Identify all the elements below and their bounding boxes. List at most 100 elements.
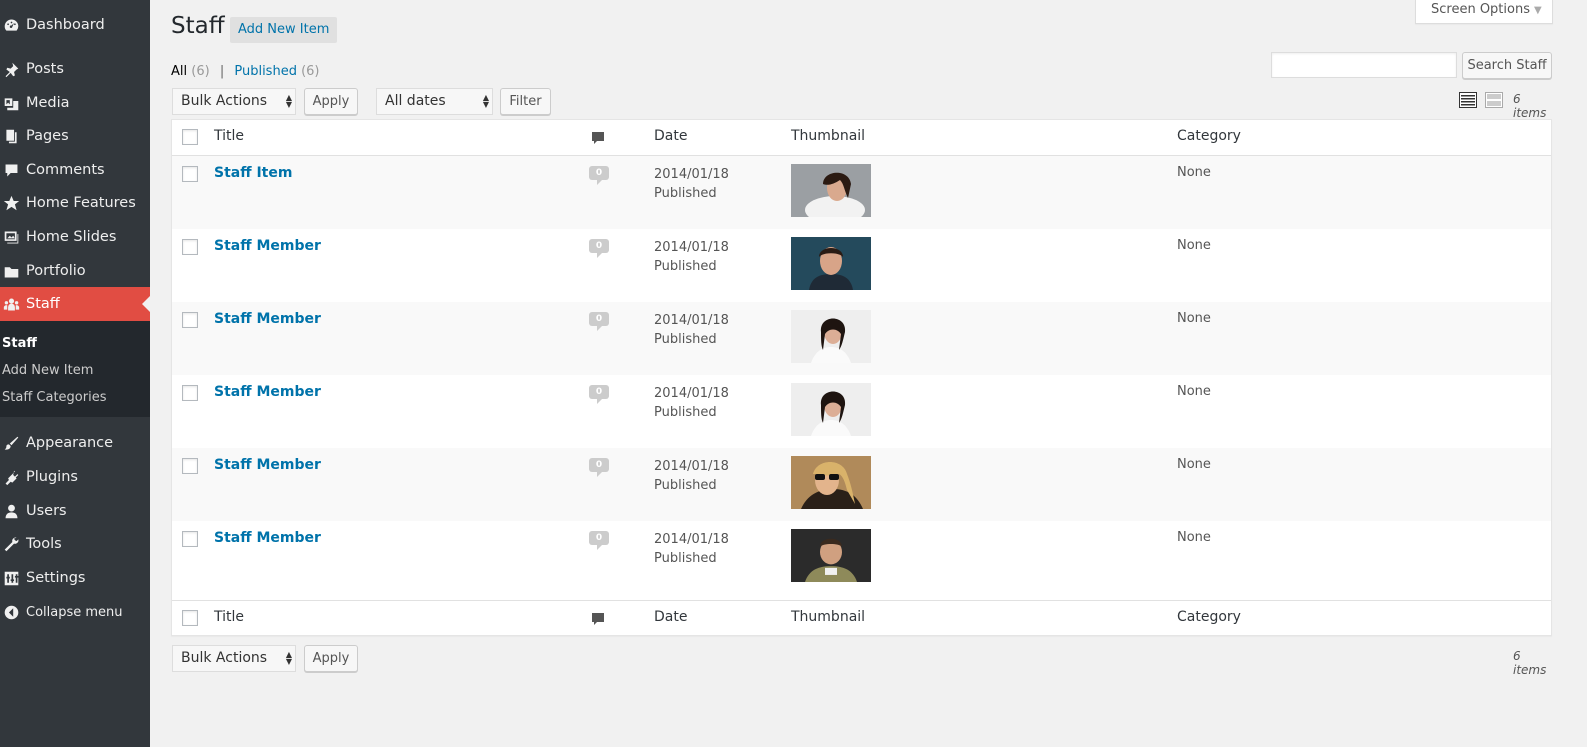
sidebar-item-media[interactable]: Media bbox=[0, 86, 150, 120]
column-title-header[interactable]: Title bbox=[214, 128, 244, 144]
select-all-checkbox-footer[interactable] bbox=[182, 610, 198, 626]
man-portrait-thumbnail bbox=[791, 237, 871, 290]
search-staff-button[interactable]: Search Staff bbox=[1462, 52, 1552, 79]
filter-published-link[interactable]: Published bbox=[234, 64, 297, 79]
row-title-link[interactable]: Staff Item bbox=[214, 165, 292, 181]
sidebar-item-appearance[interactable]: Appearance bbox=[0, 426, 150, 460]
row-checkbox[interactable] bbox=[182, 239, 198, 255]
sidebar-item-home-slides[interactable]: Home Slides bbox=[0, 220, 150, 254]
table-row: Staff Member 0 2014/01/18 Published None bbox=[172, 302, 1551, 375]
slides-icon bbox=[0, 229, 22, 246]
sidebar-item-label: Home Slides bbox=[26, 229, 117, 245]
row-title-link[interactable]: Staff Member bbox=[214, 457, 321, 473]
apply-button-bottom[interactable]: Apply bbox=[304, 645, 358, 672]
row-date: 2014/01/18 Published bbox=[654, 530, 729, 568]
row-category: None bbox=[1177, 530, 1211, 545]
list-view-icon[interactable] bbox=[1459, 92, 1477, 108]
bulk-actions-select-top[interactable]: Bulk Actions ▲ ▼ bbox=[172, 88, 296, 115]
woman-portrait-thumbnail bbox=[791, 310, 871, 363]
comment-count-bubble[interactable]: 0 bbox=[589, 166, 609, 185]
column-thumbnail-footer: Thumbnail bbox=[791, 609, 866, 625]
table-row: Staff Member 0 2014/01/18 Published None bbox=[172, 229, 1551, 302]
column-category-footer: Category bbox=[1177, 609, 1241, 625]
settings-icon bbox=[0, 570, 22, 587]
row-title-link[interactable]: Staff Member bbox=[214, 311, 321, 327]
sidebar-item-plugins[interactable]: Plugins bbox=[0, 460, 150, 494]
filter-button[interactable]: Filter bbox=[500, 88, 551, 115]
sidebar-item-label: Posts bbox=[26, 61, 64, 77]
row-checkbox[interactable] bbox=[182, 312, 198, 328]
folder-icon bbox=[0, 263, 22, 280]
admin-sidebar: Dashboard Posts Media Pages Comments Hom… bbox=[0, 0, 150, 747]
row-status: Published bbox=[654, 259, 717, 274]
items-count-bottom: 6 items bbox=[1513, 649, 1547, 677]
bulk-actions-select-bottom[interactable]: Bulk Actions ▲ ▼ bbox=[172, 645, 296, 672]
filter-all-link[interactable]: All bbox=[171, 64, 187, 79]
column-date-footer[interactable]: Date bbox=[654, 609, 687, 625]
row-title-link[interactable]: Staff Member bbox=[214, 384, 321, 400]
sidebar-item-comments[interactable]: Comments bbox=[0, 153, 150, 187]
row-category: None bbox=[1177, 165, 1211, 180]
sidebar-item-posts[interactable]: Posts bbox=[0, 52, 150, 86]
comment-count-bubble[interactable]: 0 bbox=[589, 312, 609, 331]
column-title-footer[interactable]: Title bbox=[214, 609, 244, 625]
row-checkbox[interactable] bbox=[182, 385, 198, 401]
apply-button-top[interactable]: Apply bbox=[304, 88, 358, 115]
sidebar-item-label: Staff bbox=[26, 296, 60, 312]
comment-count-bubble[interactable]: 0 bbox=[589, 239, 609, 258]
row-status: Published bbox=[654, 478, 717, 493]
sidebar-item-label: Collapse menu bbox=[26, 604, 123, 620]
filter-published-count: (6) bbox=[301, 64, 320, 79]
sidebar-item-staff[interactable]: Staff bbox=[0, 287, 150, 321]
excerpt-view-icon[interactable] bbox=[1485, 92, 1503, 108]
row-title-link[interactable]: Staff Member bbox=[214, 238, 321, 254]
sidebar-item-label: Media bbox=[26, 95, 70, 111]
sidebar-item-label: Plugins bbox=[26, 469, 78, 485]
row-status: Published bbox=[654, 405, 717, 420]
sidebar-item-dashboard[interactable]: Dashboard bbox=[0, 8, 150, 42]
sidebar-item-label: Tools bbox=[26, 536, 62, 552]
row-date: 2014/01/18 Published bbox=[654, 311, 729, 349]
brush-icon bbox=[0, 435, 22, 452]
submenu-item-add-new[interactable]: Add New Item bbox=[0, 358, 150, 385]
staff-list-table: Title Date Thumbnail Category Staff Item… bbox=[171, 119, 1552, 636]
comment-count-bubble[interactable]: 0 bbox=[589, 531, 609, 550]
select-all-checkbox[interactable] bbox=[182, 129, 198, 145]
sidebar-item-pages[interactable]: Pages bbox=[0, 119, 150, 153]
select-arrows-icon: ▲ ▼ bbox=[285, 650, 292, 666]
column-thumbnail-header: Thumbnail bbox=[791, 128, 866, 144]
column-date-header[interactable]: Date bbox=[654, 128, 687, 144]
sidebar-item-portfolio[interactable]: Portfolio bbox=[0, 254, 150, 288]
comment-count-bubble[interactable]: 0 bbox=[589, 385, 609, 404]
dates-filter-value: All dates bbox=[385, 93, 446, 109]
row-date-value: 2014/01/18 bbox=[654, 386, 729, 401]
sidebar-item-tools[interactable]: Tools bbox=[0, 527, 150, 561]
table-row: Staff Member 0 2014/01/18 Published None bbox=[172, 521, 1551, 594]
select-arrows-icon: ▲ ▼ bbox=[285, 93, 292, 109]
row-checkbox[interactable] bbox=[182, 531, 198, 547]
row-checkbox[interactable] bbox=[182, 458, 198, 474]
pages-icon bbox=[0, 128, 22, 145]
row-date: 2014/01/18 Published bbox=[654, 238, 729, 276]
bulk-actions-value: Bulk Actions bbox=[181, 93, 268, 109]
sidebar-item-label: Comments bbox=[26, 162, 105, 178]
collapse-menu-button[interactable]: Collapse menu bbox=[0, 595, 150, 629]
row-status: Published bbox=[654, 551, 717, 566]
row-title-link[interactable]: Staff Member bbox=[214, 530, 321, 546]
row-date-value: 2014/01/18 bbox=[654, 313, 729, 328]
sidebar-item-users[interactable]: Users bbox=[0, 494, 150, 528]
woman-portrait-thumbnail bbox=[791, 164, 871, 217]
add-new-item-button[interactable]: Add New Item bbox=[230, 17, 338, 43]
submenu-item-staff[interactable]: Staff bbox=[0, 331, 150, 358]
screen-options-button[interactable]: Screen Options ▼ bbox=[1415, 0, 1553, 24]
sidebar-item-settings[interactable]: Settings bbox=[0, 561, 150, 595]
dates-filter-select[interactable]: All dates ▲ ▼ bbox=[376, 88, 493, 115]
comment-count-bubble[interactable]: 0 bbox=[589, 458, 609, 477]
sidebar-item-home-features[interactable]: Home Features bbox=[0, 186, 150, 220]
table-row: Staff Member 0 2014/01/18 Published None bbox=[172, 375, 1551, 448]
search-input[interactable] bbox=[1271, 52, 1457, 78]
groups-icon bbox=[0, 296, 22, 313]
row-status: Published bbox=[654, 332, 717, 347]
submenu-item-staff-categories[interactable]: Staff Categories bbox=[0, 385, 150, 412]
row-checkbox[interactable] bbox=[182, 166, 198, 182]
